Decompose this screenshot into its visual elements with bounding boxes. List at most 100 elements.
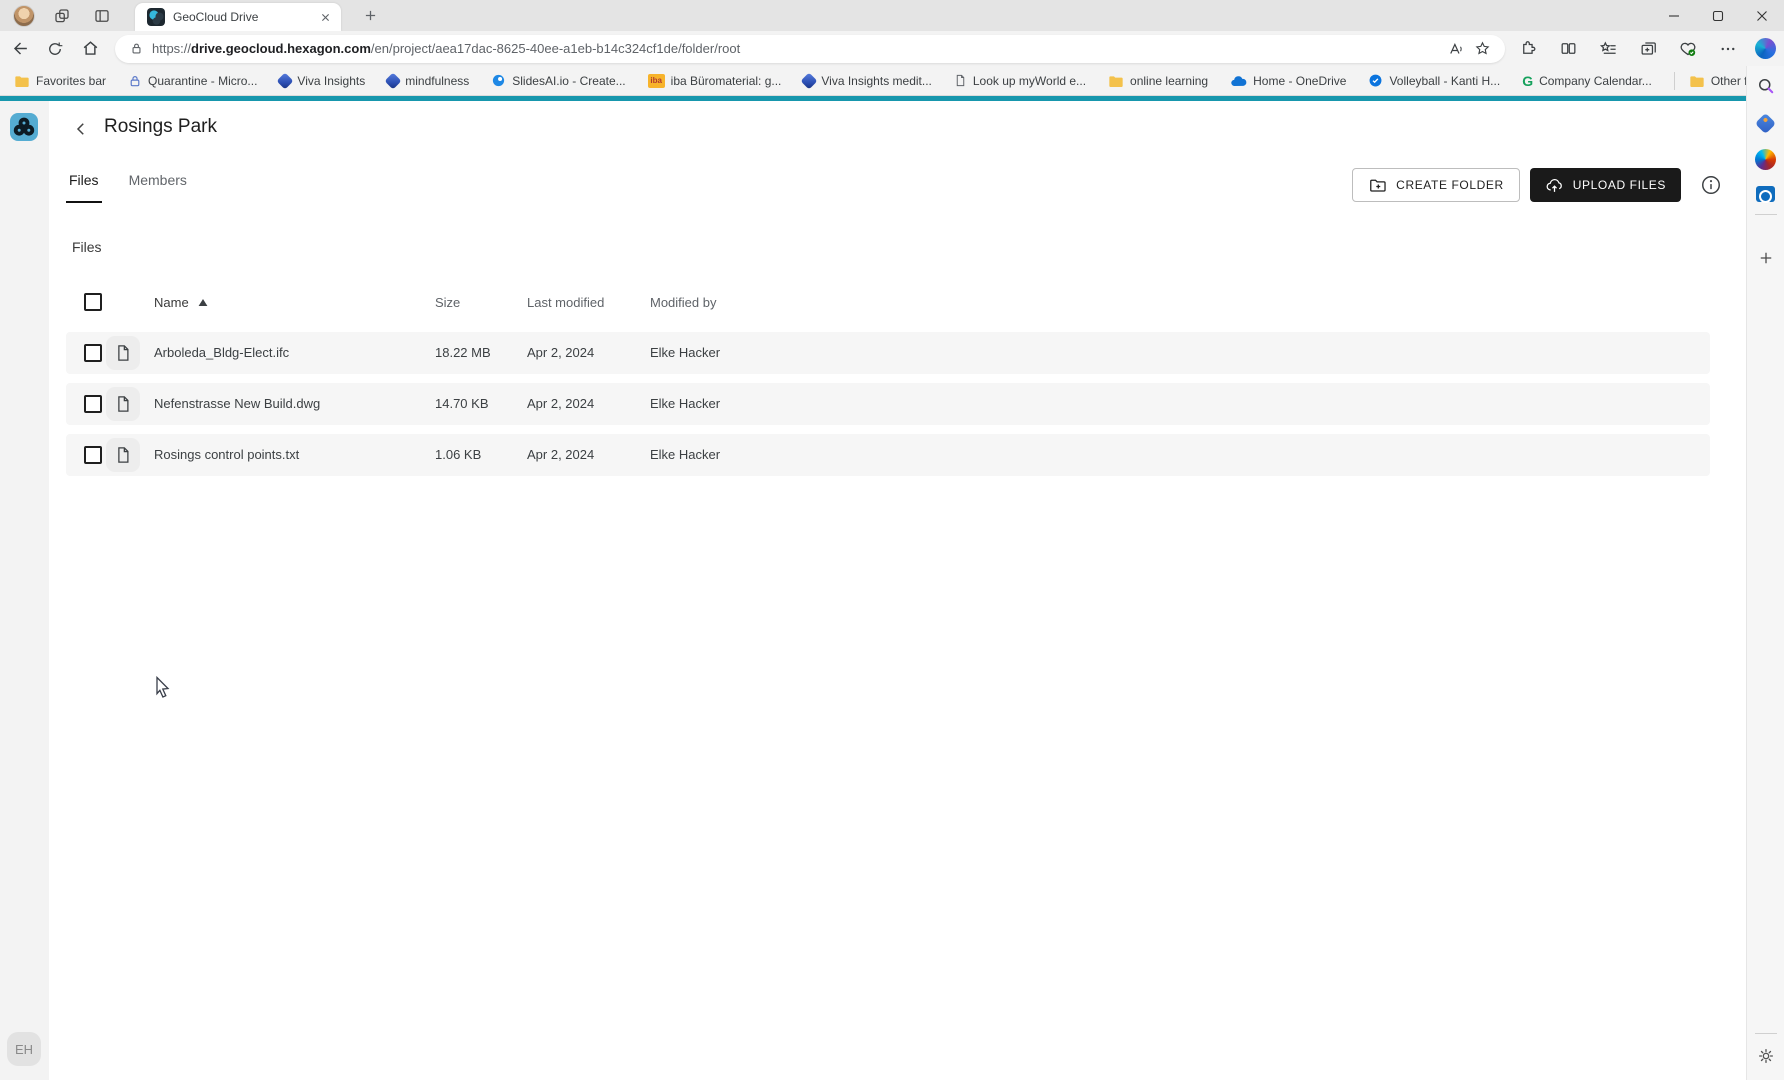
favorite-item[interactable]: Quarantine - Micro... [128, 74, 257, 88]
file-last-modified: Apr 2, 2024 [527, 434, 594, 476]
toolbar-icon-cluster [1515, 36, 1776, 62]
page-icon [954, 73, 967, 88]
settings-more-icon[interactable] [1715, 36, 1741, 62]
sidebar-m365-icon[interactable] [1754, 147, 1778, 171]
user-avatar[interactable]: EH [7, 1032, 41, 1066]
refresh-icon[interactable] [40, 34, 70, 64]
file-last-modified: Apr 2, 2024 [527, 332, 594, 374]
sidebar-search-icon[interactable] [1754, 74, 1778, 98]
browser-toolbar: https://drive.geocloud.hexagon.com/en/pr… [0, 31, 1784, 66]
site-lock-icon[interactable] [129, 41, 144, 56]
lock-icon [128, 74, 142, 88]
tab-title: GeoCloud Drive [173, 10, 318, 24]
copilot-icon[interactable] [1755, 38, 1776, 59]
workspaces-icon[interactable] [49, 3, 75, 29]
geocloud-logo[interactable] [10, 113, 38, 141]
column-header-modified-by[interactable]: Modified by [650, 295, 716, 310]
favorite-item[interactable]: Home - OneDrive [1230, 74, 1346, 88]
tab-files[interactable]: Files [66, 159, 102, 203]
favorite-item[interactable]: Look up myWorld e... [954, 73, 1086, 88]
file-icon [106, 387, 140, 421]
favorites-list-icon[interactable] [1595, 36, 1621, 62]
column-header-name[interactable]: Name [154, 295, 208, 310]
row-checkbox[interactable] [84, 395, 102, 413]
browser-tab-strip: GeoCloud Drive [0, 0, 1784, 31]
favorite-star-icon[interactable] [1469, 36, 1495, 62]
cloud-upload-icon [1545, 176, 1564, 195]
sidebar-outlook-icon[interactable] [1754, 182, 1778, 206]
file-size: 18.22 MB [435, 332, 491, 374]
favorite-item[interactable]: online learning [1108, 74, 1208, 88]
file-icon [106, 336, 140, 370]
row-checkbox[interactable] [84, 446, 102, 464]
file-modified-by: Elke Hacker [650, 332, 720, 374]
extensions-icon[interactable] [1515, 36, 1541, 62]
window-maximize-icon[interactable] [1696, 0, 1740, 31]
iba-badge-icon: iba [648, 74, 665, 88]
viva-gem-icon [277, 72, 294, 89]
sidebar-divider [1755, 1033, 1777, 1034]
onedrive-cloud-icon [1230, 75, 1247, 87]
sidebar-shopping-icon[interactable] [1754, 111, 1778, 135]
collections-icon[interactable] [1635, 36, 1661, 62]
favorite-item[interactable]: Volleyball - Kanti H... [1368, 73, 1500, 88]
check-circle-icon [1368, 73, 1383, 88]
main-content: Rosings Park Files Members CREATE FOLDER… [49, 101, 1746, 1080]
info-icon[interactable] [1698, 172, 1724, 198]
browser-essentials-icon[interactable] [1675, 36, 1701, 62]
select-all-checkbox[interactable] [84, 293, 102, 311]
favorite-item[interactable]: Viva Insights medit... [803, 74, 932, 88]
window-close-icon[interactable] [1740, 0, 1784, 31]
favorite-item[interactable]: iba iba Büromaterial: g... [648, 74, 782, 88]
back-button[interactable] [67, 115, 95, 143]
row-checkbox[interactable] [84, 344, 102, 362]
mouse-cursor [153, 676, 173, 702]
file-modified-by: Elke Hacker [650, 434, 720, 476]
sidebar-divider [1755, 214, 1777, 215]
sidebar-settings-gear-icon[interactable] [1754, 1044, 1778, 1068]
table-header: Name Size Last modified Modified by [66, 289, 1710, 317]
read-aloud-icon[interactable] [1443, 36, 1469, 62]
create-folder-button[interactable]: CREATE FOLDER [1352, 168, 1520, 202]
browser-tab-active[interactable]: GeoCloud Drive [135, 3, 341, 31]
viva-gem-icon [801, 72, 818, 89]
file-size: 1.06 KB [435, 434, 481, 476]
tab-close-icon[interactable] [318, 10, 333, 25]
folder-icon [1689, 74, 1705, 88]
address-bar[interactable]: https://drive.geocloud.hexagon.com/en/pr… [115, 35, 1505, 63]
favorite-item[interactable]: Favorites bar [14, 74, 106, 88]
window-minimize-icon[interactable] [1652, 0, 1696, 31]
table-row[interactable]: Arboleda_Bldg-Elect.ifc 18.22 MB Apr 2, … [66, 332, 1710, 374]
url-text: https://drive.geocloud.hexagon.com/en/pr… [152, 41, 1443, 56]
sort-ascending-icon [198, 298, 208, 307]
back-icon[interactable] [5, 34, 35, 64]
files-section-label: Files [72, 239, 102, 255]
upload-files-button[interactable]: UPLOAD FILES [1530, 168, 1681, 202]
window-controls [1652, 0, 1784, 31]
browser-profile-avatar[interactable] [13, 5, 35, 27]
column-header-last-modified[interactable]: Last modified [527, 295, 604, 310]
favorites-bar: Favorites bar Quarantine - Micro... Viva… [0, 66, 1784, 96]
vertical-tabs-icon[interactable] [89, 3, 115, 29]
file-table: Arboleda_Bldg-Elect.ifc 18.22 MB Apr 2, … [66, 332, 1710, 485]
favorite-item[interactable]: SlidesAI.io - Create... [491, 73, 625, 88]
file-name: Rosings control points.txt [154, 434, 299, 476]
favorites-divider [1674, 72, 1675, 90]
table-row[interactable]: Rosings control points.txt 1.06 KB Apr 2… [66, 434, 1710, 476]
home-icon[interactable] [75, 34, 105, 64]
tab-bar: Files Members [66, 159, 214, 203]
tab-members[interactable]: Members [126, 159, 190, 203]
split-screen-icon[interactable] [1555, 36, 1581, 62]
folder-plus-icon [1368, 176, 1387, 195]
favorite-item[interactable]: mindfulness [387, 74, 469, 88]
column-header-size[interactable]: Size [435, 295, 460, 310]
new-tab-icon[interactable] [357, 3, 383, 29]
action-buttons: CREATE FOLDER UPLOAD FILES [1352, 168, 1724, 202]
sidebar-add-icon[interactable] [1754, 246, 1778, 270]
favorite-item[interactable]: Viva Insights [279, 74, 365, 88]
file-icon [106, 438, 140, 472]
favorite-item[interactable]: G Company Calendar... [1522, 74, 1652, 88]
file-name: Arboleda_Bldg-Elect.ifc [154, 332, 289, 374]
file-name: Nefenstrasse New Build.dwg [154, 383, 320, 425]
table-row[interactable]: Nefenstrasse New Build.dwg 14.70 KB Apr … [66, 383, 1710, 425]
